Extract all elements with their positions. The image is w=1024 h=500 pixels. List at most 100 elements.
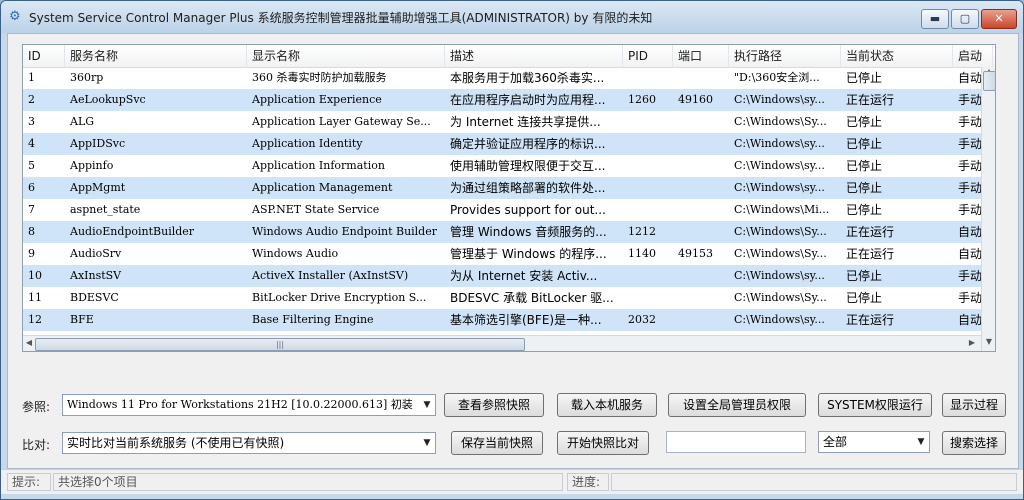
reference-select[interactable]: Windows 11 Pro for Workstations 21H2 [10… <box>62 394 436 416</box>
col-header-id[interactable]: ID <box>23 45 65 67</box>
cell-port <box>673 287 729 309</box>
col-header-pid[interactable]: PID <box>623 45 673 67</box>
cell-name: AudioEndpointBuilder <box>70 225 195 238</box>
col-header-startup[interactable]: 启动 <box>953 45 993 67</box>
cell-state: 已停止 <box>846 71 883 85</box>
cell-name: AeLookupSvc <box>70 93 146 106</box>
table-row[interactable]: 9 AudioSrv Windows Audio 管理基于 Windows 的程序..… <box>23 243 983 265</box>
cell-id: 12 <box>28 313 42 326</box>
table-row[interactable]: 4 AppIDSvc Application Identity 确定并验证应用程序的标… <box>23 133 983 155</box>
table-row[interactable]: 7 aspnet_state ASP.NET State Service Provid… <box>23 199 983 221</box>
cell-state: 正在运行 <box>846 313 895 327</box>
cell-port <box>673 199 729 221</box>
table-row[interactable]: 1 360rp 360 杀毒实时防护加载服务 本服务用于加载360杀毒实... "D:\… <box>23 67 983 89</box>
compare-select[interactable]: 实时比对当前系统服务 (不使用已有快照) ▼ <box>62 432 436 454</box>
table-row[interactable]: 2 AeLookupSvc Application Experience 在应用程序启… <box>23 89 983 111</box>
cell-name: AppIDSvc <box>70 137 126 150</box>
cell-port <box>673 177 729 199</box>
main-window: ⚙ System Service Control Manager Plus 系统… <box>0 0 1024 500</box>
client-area: ID 服务名称 显示名称 描述 PID 端口 执行路径 当前状态 启动 1 360… <box>7 33 1019 469</box>
col-header-exec-path[interactable]: 执行路径 <box>729 45 841 67</box>
scroll-right-icon[interactable]: ▶ <box>967 338 977 347</box>
table-row[interactable]: 5 Appinfo Application Information 使用辅助管理权限便… <box>23 155 983 177</box>
cell-path: C:\Windows\sy... <box>734 137 825 150</box>
cell-display: Application Information <box>252 159 385 172</box>
reference-select-value: Windows 11 Pro for Workstations 21H2 [10… <box>67 398 413 411</box>
cell-display: BitLocker Drive Encryption S... <box>252 291 427 304</box>
cell-name: ALG <box>70 115 95 128</box>
cell-desc: Provides support for out... <box>450 203 606 217</box>
cell-port <box>673 133 729 155</box>
view-snapshot-button[interactable]: 查看参照快照 <box>444 393 544 417</box>
horizontal-scrollbar[interactable]: ◀ ||| ▶ <box>23 335 981 351</box>
table-row[interactable]: 8 AudioEndpointBuilder Windows Audio Endpo… <box>23 221 983 243</box>
cell-desc: 为 Internet 连接共享提供... <box>450 115 601 129</box>
cell-id: 6 <box>28 181 35 194</box>
table-row[interactable]: 11 BDESVC BitLocker Drive Encryption S... B… <box>23 287 983 309</box>
title-bar[interactable]: ⚙ System Service Control Manager Plus 系统… <box>1 1 1023 33</box>
cell-path: C:\Windows\sy... <box>734 93 825 106</box>
cell-state: 已停止 <box>846 291 883 305</box>
cell-name: AxInstSV <box>70 269 122 282</box>
cell-desc: 使用辅助管理权限便于交互... <box>450 159 606 173</box>
col-header-description[interactable]: 描述 <box>445 45 623 67</box>
set-global-admin-button[interactable]: 设置全局管理员权限 <box>668 393 806 417</box>
filter-select[interactable]: 全部 ▼ <box>818 431 930 453</box>
vertical-scroll-thumb[interactable] <box>983 71 995 91</box>
cell-desc: 管理基于 Windows 的程序... <box>450 247 607 261</box>
chevron-down-icon: ▼ <box>423 400 431 410</box>
cell-desc: 管理 Windows 音频服务的... <box>450 225 607 239</box>
vertical-scrollbar[interactable]: ▲ ▼ <box>981 67 995 351</box>
cell-pid: 1212 <box>628 225 656 238</box>
scroll-down-icon[interactable]: ▼ <box>984 337 994 346</box>
cell-desc: BDESVC 承载 BitLocker 驱... <box>450 291 614 305</box>
start-compare-button[interactable]: 开始快照比对 <box>557 431 649 455</box>
compare-select-value: 实时比对当前系统服务 (不使用已有快照) <box>67 436 285 450</box>
cell-pid: 1260 <box>628 93 656 106</box>
cell-path: "D:\360安全浏... <box>734 71 820 84</box>
cell-id: 4 <box>28 137 35 150</box>
cell-id: 2 <box>28 93 35 106</box>
minimize-button[interactable]: ▬ <box>921 9 949 29</box>
col-header-state[interactable]: 当前状态 <box>841 45 953 67</box>
search-select-button[interactable]: 搜索选择 <box>942 431 1006 455</box>
cell-display: Application Management <box>252 181 393 194</box>
table-row[interactable]: 6 AppMgmt Application Management 为通过组策略部署的软… <box>23 177 983 199</box>
cell-pid <box>623 265 673 287</box>
cell-id: 7 <box>28 203 35 216</box>
maximize-button[interactable]: ▢ <box>951 9 979 29</box>
col-header-display-name[interactable]: 显示名称 <box>247 45 445 67</box>
table-row[interactable]: 10 AxInstSV ActiveX Installer (AxInstSV) 为从… <box>23 265 983 287</box>
col-header-service-name[interactable]: 服务名称 <box>65 45 247 67</box>
cell-display: Windows Audio Endpoint Builder <box>252 225 437 238</box>
load-local-services-button[interactable]: 载入本机服务 <box>557 393 657 417</box>
reference-label: 参照: <box>22 400 51 414</box>
col-header-port[interactable]: 端口 <box>673 45 729 67</box>
services-table[interactable]: ID 服务名称 显示名称 描述 PID 端口 执行路径 当前状态 启动 1 360… <box>22 44 996 352</box>
table-row[interactable]: 12 BFE Base Filtering Engine 基本筛选引擎(BFE)是一种… <box>23 309 983 331</box>
cell-display: Base Filtering Engine <box>252 313 374 326</box>
cell-pid <box>623 287 673 309</box>
table-row[interactable]: 3 ALG Application Layer Gateway Se... 为 Int… <box>23 111 983 133</box>
cell-port <box>673 111 729 133</box>
cell-display: Windows Audio <box>252 247 339 260</box>
cell-port <box>673 265 729 287</box>
cell-port <box>673 155 729 177</box>
cell-state: 已停止 <box>846 159 883 173</box>
status-hint-label: 提示: <box>7 473 51 491</box>
cell-path: C:\Windows\sy... <box>734 159 825 172</box>
show-process-button[interactable]: 显示过程 <box>942 393 1006 417</box>
cell-name: Appinfo <box>70 159 114 172</box>
cell-port <box>673 221 729 243</box>
save-snapshot-button[interactable]: 保存当前快照 <box>451 431 543 455</box>
scroll-left-icon[interactable]: ◀ <box>24 338 34 347</box>
system-privilege-run-button[interactable]: SYSTEM权限运行 <box>818 393 932 417</box>
cell-pid <box>623 177 673 199</box>
cell-id: 9 <box>28 247 35 260</box>
close-button[interactable]: ✕ <box>981 9 1017 29</box>
horizontal-scroll-thumb[interactable]: ||| <box>35 338 525 351</box>
cell-pid <box>623 67 673 89</box>
search-input[interactable] <box>666 431 806 453</box>
cell-state: 已停止 <box>846 269 883 283</box>
cell-pid <box>623 133 673 155</box>
